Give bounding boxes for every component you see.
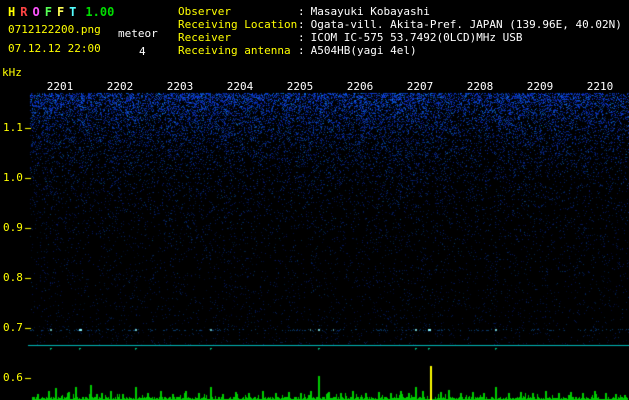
- y-axis-unit-label: kHz: [2, 66, 22, 79]
- time-tick-label: 2206: [346, 80, 374, 93]
- time-tick-label: 2204: [226, 80, 254, 93]
- info-label: Observer: [178, 5, 231, 18]
- logo-letter: H: [8, 5, 16, 19]
- logo-letter: T: [69, 5, 77, 19]
- time-tick-label: 2205: [286, 80, 314, 93]
- logo-letter: F: [56, 5, 65, 19]
- hrofft-output-image: H R O F F T 1.00 0712122200.png meteor 07.12.1…: [0, 0, 629, 400]
- freq-tick-label: 0.9: [3, 221, 23, 234]
- logo-letter: O: [32, 5, 40, 19]
- info-label: Receiving Location: [178, 18, 298, 31]
- output-filename: 0712122200.png: [8, 23, 101, 36]
- spectrogram-canvas: [0, 0, 629, 400]
- mode-label: meteor: [118, 27, 158, 40]
- app-version: 1.00: [85, 5, 115, 19]
- info-label: Receiver: [178, 31, 231, 44]
- info-value: Masayuki Kobayashi: [310, 5, 430, 18]
- logo-letter: F: [44, 5, 52, 19]
- time-tick-label: 2210: [586, 80, 614, 93]
- info-separator: :: [298, 5, 305, 18]
- observation-datetime: 07.12.12 22:00: [8, 42, 101, 55]
- info-value: Ogata-vill. Akita-Pref. JAPAN (139.96E, …: [310, 18, 622, 31]
- time-tick-label: 2207: [406, 80, 434, 93]
- freq-tick-label: 1.0: [3, 171, 23, 184]
- freq-tick-label: 0.7: [3, 321, 23, 334]
- freq-tick-label: 0.6: [3, 371, 23, 384]
- time-tick-label: 2202: [106, 80, 134, 93]
- info-separator: :: [298, 44, 305, 57]
- info-row-receiver: Receiver: ICOM IC-575 53.7492(0LCD)MHz US…: [178, 31, 622, 44]
- time-tick-label: 2201: [46, 80, 74, 93]
- time-tick-label: 2209: [526, 80, 554, 93]
- time-tick-label: 2203: [166, 80, 194, 93]
- meteor-count: 4: [139, 45, 146, 58]
- logo-letter: R: [20, 5, 28, 19]
- freq-tick-label: 0.8: [3, 271, 23, 284]
- info-label: Receiving antenna: [178, 44, 291, 57]
- info-row-antenna: Receiving antenna: A504HB(yagi 4el): [178, 44, 622, 57]
- time-tick-label: 2208: [466, 80, 494, 93]
- info-separator: :: [298, 18, 305, 31]
- info-row-location: Receiving Location: Ogata-vill. Akita-Pre…: [178, 18, 622, 31]
- info-row-observer: Observer: Masayuki Kobayashi: [178, 5, 622, 18]
- observer-info-block: Observer: Masayuki Kobayashi Receiving Lo…: [178, 5, 622, 57]
- freq-tick-label: 1.1: [3, 121, 23, 134]
- info-value: A504HB(yagi 4el): [310, 44, 417, 57]
- app-logo: H R O F F T 1.00: [8, 5, 114, 19]
- info-value: ICOM IC-575 53.7492(0LCD)MHz USB: [310, 31, 523, 44]
- info-separator: :: [298, 31, 305, 44]
